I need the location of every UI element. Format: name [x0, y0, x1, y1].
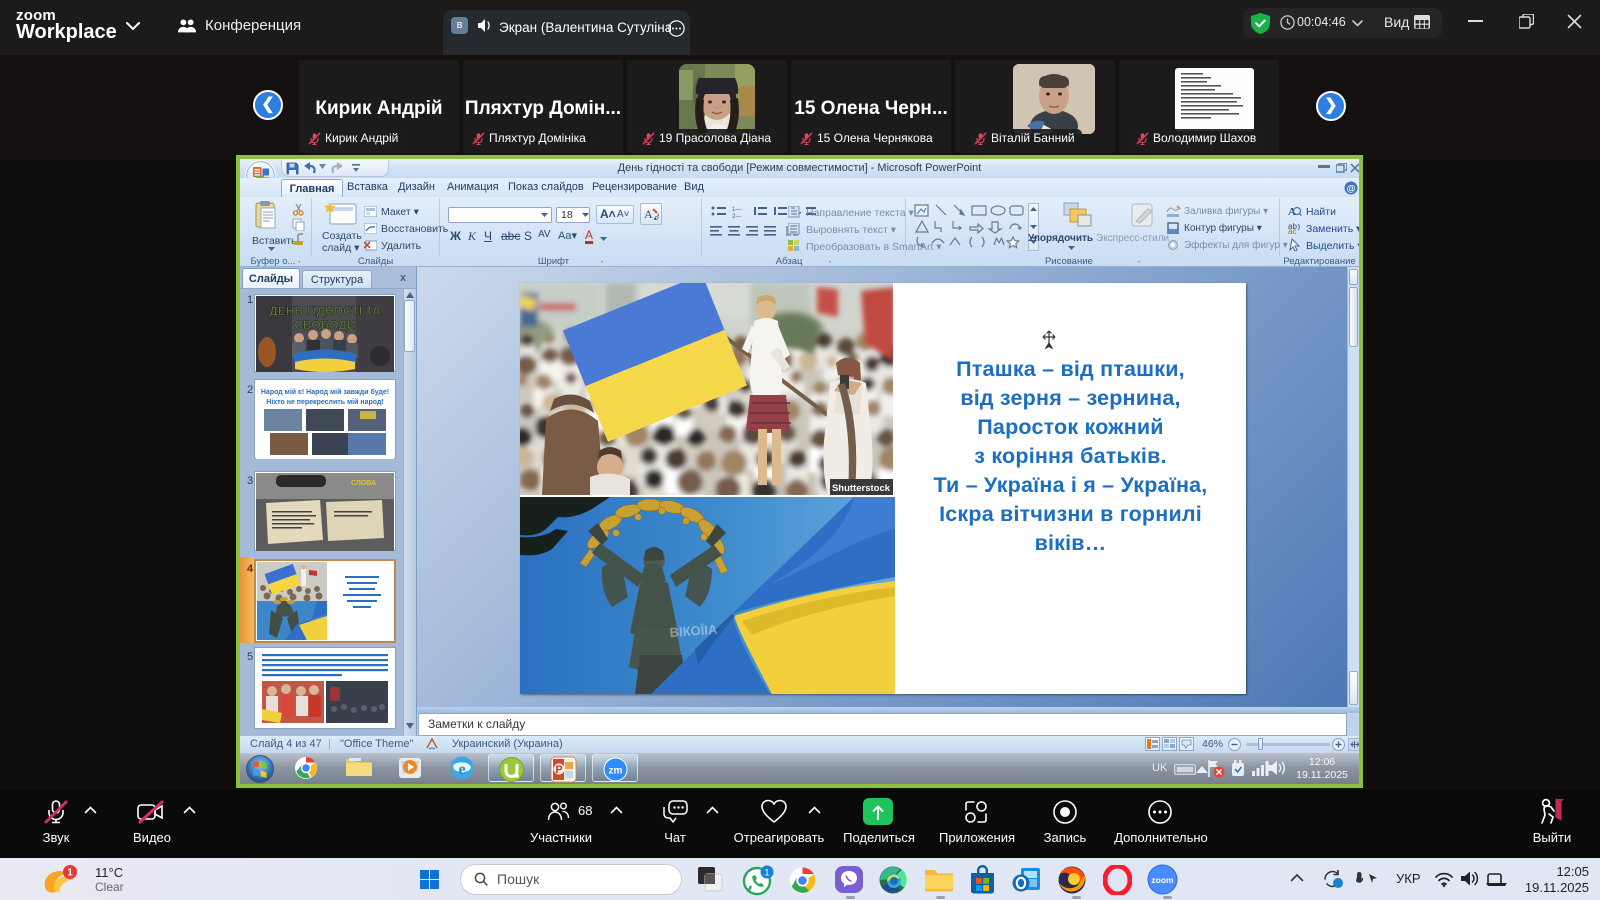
svg-text:1: 1 [67, 868, 73, 879]
svg-text:@: @ [1347, 184, 1356, 194]
svg-text:zoom: zoom [1151, 875, 1174, 885]
svg-text:Ніхто не перекреслить мій наро: Ніхто не перекреслить мій народ! [266, 398, 383, 406]
svg-text:2—: 2— [732, 214, 741, 219]
svg-text:1: 1 [764, 868, 769, 878]
svg-text:1—: 1— [732, 207, 741, 213]
svg-text:Народ мій є! Народ мій завжди: Народ мій є! Народ мій завжди буде! [261, 388, 389, 396]
svg-text:Shutterstock: Shutterstock [832, 483, 891, 494]
svg-text:СЛОВА: СЛОВА [351, 480, 376, 487]
svg-text:e: e [458, 761, 465, 778]
svg-text:ac: ac [1288, 227, 1296, 234]
svg-text:P: P [555, 764, 562, 776]
svg-text:zm: zm [609, 766, 623, 777]
svg-text:ДЕНЬ ГІДНОСТІ ТА: ДЕНЬ ГІДНОСТІ ТА [269, 304, 381, 318]
svg-text:A🖌: A🖌 [644, 207, 659, 221]
